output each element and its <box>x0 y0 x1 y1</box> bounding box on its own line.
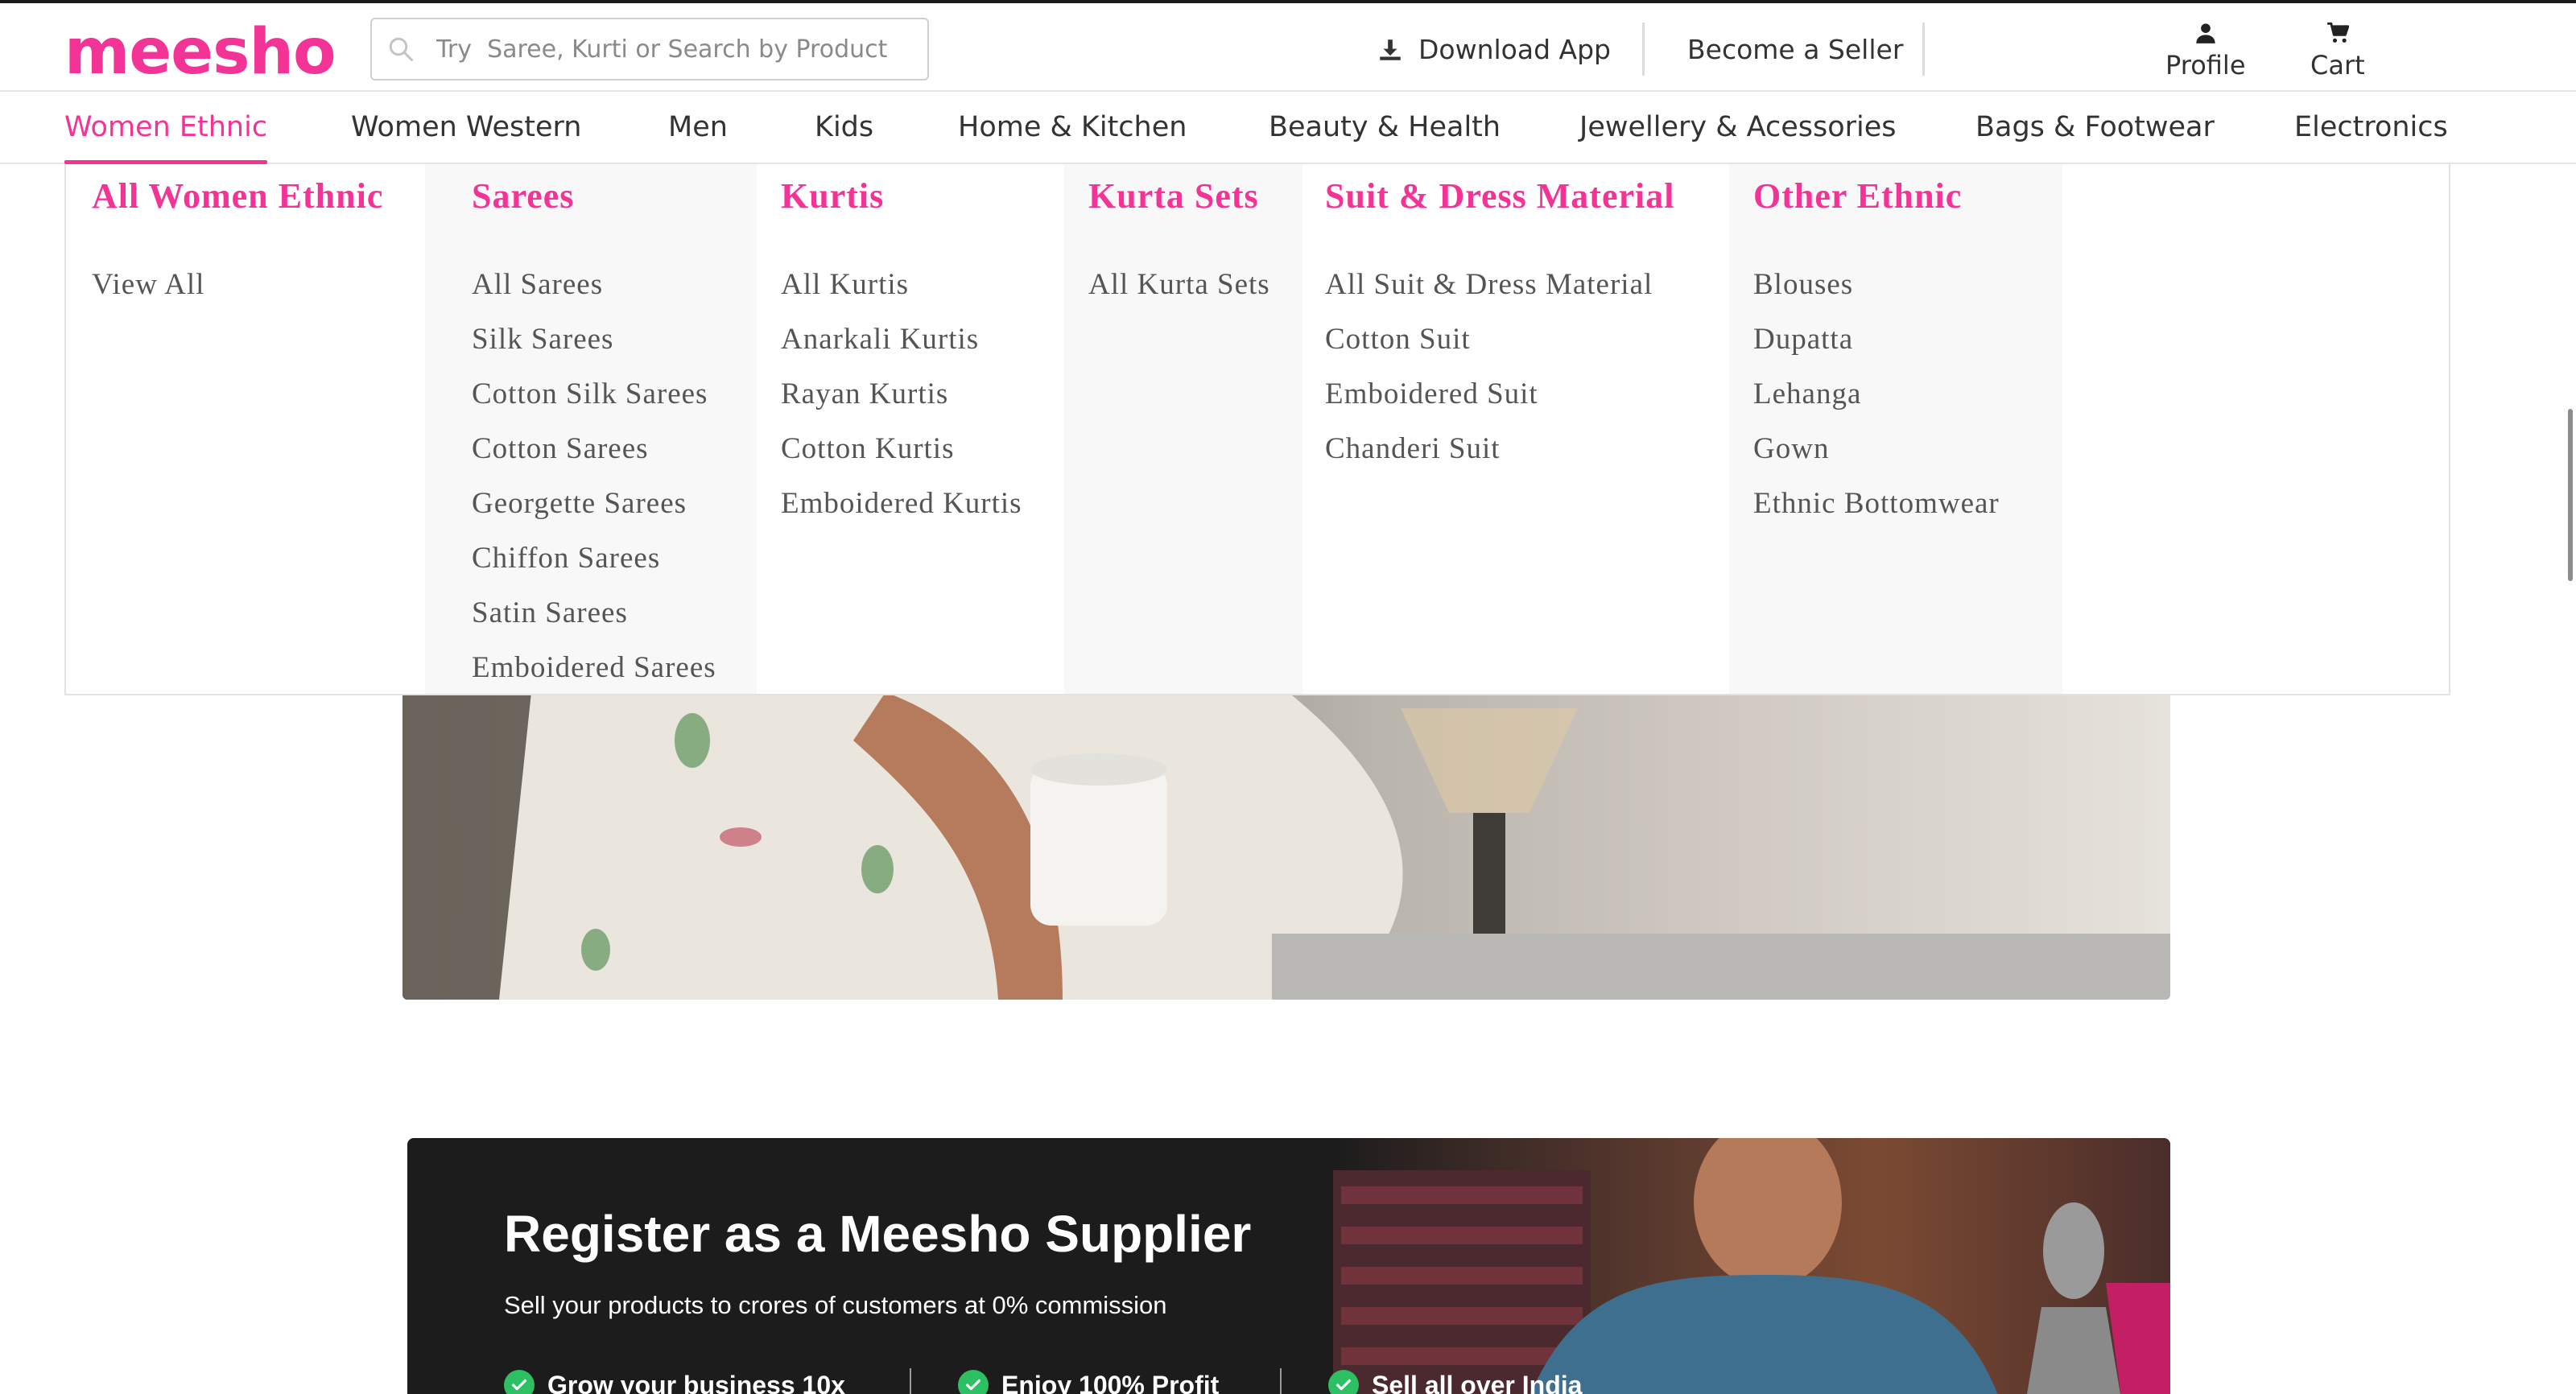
feature-grow-business: Grow your business 10x <box>504 1370 845 1394</box>
menu-column-kurta-sets: Kurta Sets All Kurta Sets <box>1064 164 1302 694</box>
menu-item[interactable]: View All <box>92 267 204 322</box>
feature-label: Grow your business 10x <box>547 1370 845 1394</box>
category-nav: Women Ethnic Women Western Men Kids Home… <box>0 93 2576 164</box>
header-divider <box>1642 23 1645 76</box>
feature-sell-india: Sell all over India <box>1328 1370 1582 1394</box>
feature-label: Enjoy 100% Profit <box>1001 1370 1220 1394</box>
nav-women-western[interactable]: Women Western <box>351 111 581 143</box>
menu-column-suit-dress-material: Suit & Dress Material All Suit & Dress M… <box>1302 164 1729 694</box>
menu-item[interactable]: Cotton Silk Sarees <box>472 377 716 431</box>
search-input[interactable] <box>436 35 887 64</box>
nav-kids[interactable]: Kids <box>815 111 873 143</box>
menu-item[interactable]: Chiffon Sarees <box>472 541 716 596</box>
menu-column-title[interactable]: Kurta Sets <box>1088 175 1259 217</box>
register-supplier-banner[interactable]: Register as a Meesho Supplier Sell your … <box>407 1138 2170 1394</box>
women-ethnic-mega-menu: All Women Ethnic View All Sarees All Sar… <box>64 164 2450 695</box>
become-seller-link[interactable]: Become a Seller <box>1687 34 1903 65</box>
menu-column-title[interactable]: All Women Ethnic <box>92 175 383 217</box>
search-bar[interactable] <box>370 18 929 80</box>
header-divider <box>1922 23 1925 76</box>
menu-column-other-ethnic: Other Ethnic Blouses Dupatta Lehanga Gow… <box>1729 164 2062 694</box>
check-icon <box>1328 1370 1359 1394</box>
menu-item-list: All Kurta Sets <box>1088 267 1270 322</box>
menu-item[interactable]: Georgette Sarees <box>472 486 716 541</box>
become-seller-label: Become a Seller <box>1687 34 1904 65</box>
hero-banner-image[interactable] <box>402 692 2170 1000</box>
nav-men[interactable]: Men <box>668 111 728 143</box>
menu-column-title[interactable]: Other Ethnic <box>1753 175 1962 217</box>
supplier-banner-subtitle: Sell your products to crores of customer… <box>504 1291 1167 1319</box>
menu-item[interactable]: Emboidered Suit <box>1325 377 1653 431</box>
nav-beauty-health[interactable]: Beauty & Health <box>1269 111 1501 143</box>
feature-label: Sell all over India <box>1372 1370 1583 1394</box>
menu-item[interactable]: Emboidered Kurtis <box>781 486 1022 541</box>
nav-women-ethnic[interactable]: Women Ethnic <box>64 111 267 143</box>
page-scrollbar-thumb[interactable] <box>2568 409 2573 581</box>
download-app-label: Download App <box>1418 34 1611 65</box>
menu-item[interactable]: All Kurta Sets <box>1088 267 1270 322</box>
menu-item[interactable]: Gown <box>1753 431 2000 486</box>
supplier-photo <box>1333 1138 2170 1394</box>
menu-column-title[interactable]: Kurtis <box>781 175 884 217</box>
cart-label: Cart <box>2310 50 2365 80</box>
menu-column-kurtis: Kurtis All Kurtis Anarkali Kurtis Rayan … <box>757 164 1064 694</box>
menu-item[interactable]: Lehanga <box>1753 377 2000 431</box>
menu-item-list: Blouses Dupatta Lehanga Gown Ethnic Bott… <box>1753 267 2000 541</box>
menu-item[interactable]: Blouses <box>1753 267 2000 322</box>
check-icon <box>958 1370 989 1394</box>
nav-home-kitchen[interactable]: Home & Kitchen <box>958 111 1187 143</box>
menu-item-list: All Suit & Dress Material Cotton Suit Em… <box>1325 267 1653 486</box>
download-icon <box>1380 39 1401 60</box>
check-icon <box>504 1370 535 1394</box>
search-icon <box>389 37 413 61</box>
menu-item-list: View All <box>92 267 204 322</box>
feature-divider <box>910 1368 911 1394</box>
menu-column-all-women-ethnic: All Women Ethnic View All <box>66 164 425 694</box>
menu-item[interactable]: Silk Sarees <box>472 322 716 377</box>
menu-item[interactable]: Cotton Suit <box>1325 322 1653 377</box>
site-header: meesho Download App Become a Seller Prof… <box>0 3 2576 92</box>
menu-item[interactable]: Chanderi Suit <box>1325 431 1653 486</box>
menu-column-title[interactable]: Suit & Dress Material <box>1325 175 1674 217</box>
supplier-banner-title: Register as a Meesho Supplier <box>504 1205 1252 1263</box>
profile-button[interactable]: Profile <box>2165 21 2246 80</box>
nav-electronics[interactable]: Electronics <box>2294 111 2448 143</box>
profile-label: Profile <box>2165 50 2246 80</box>
menu-item[interactable]: Rayan Kurtis <box>781 377 1022 431</box>
menu-item-list: All Sarees Silk Sarees Cotton Silk Saree… <box>472 267 716 694</box>
menu-column-sarees: Sarees All Sarees Silk Sarees Cotton Sil… <box>425 164 757 694</box>
meesho-logo[interactable]: meesho <box>64 21 336 84</box>
menu-item[interactable]: Emboidered Sarees <box>472 650 716 694</box>
nav-jewellery-accessories[interactable]: Jewellery & Acessories <box>1579 111 1897 143</box>
feature-enjoy-profit: Enjoy 100% Profit <box>958 1370 1219 1394</box>
download-app-link[interactable]: Download App <box>1377 34 1611 65</box>
cart-button[interactable]: Cart <box>2310 21 2365 80</box>
menu-item[interactable]: Dupatta <box>1753 322 2000 377</box>
menu-item[interactable]: Cotton Kurtis <box>781 431 1022 486</box>
menu-item[interactable]: All Kurtis <box>781 267 1022 322</box>
menu-item[interactable]: All Suit & Dress Material <box>1325 267 1653 322</box>
cart-icon <box>2326 22 2349 43</box>
menu-item[interactable]: Cotton Sarees <box>472 431 716 486</box>
profile-icon <box>2196 23 2215 43</box>
menu-item-list: All Kurtis Anarkali Kurtis Rayan Kurtis … <box>781 267 1022 541</box>
menu-item[interactable]: All Sarees <box>472 267 716 322</box>
menu-item[interactable]: Satin Sarees <box>472 596 716 650</box>
menu-item[interactable]: Ethnic Bottomwear <box>1753 486 2000 541</box>
menu-item[interactable]: Anarkali Kurtis <box>781 322 1022 377</box>
hero-illustration <box>402 692 2170 1000</box>
nav-bags-footwear[interactable]: Bags & Footwear <box>1975 111 2215 143</box>
menu-column-title[interactable]: Sarees <box>472 175 574 217</box>
feature-divider <box>1280 1368 1282 1394</box>
